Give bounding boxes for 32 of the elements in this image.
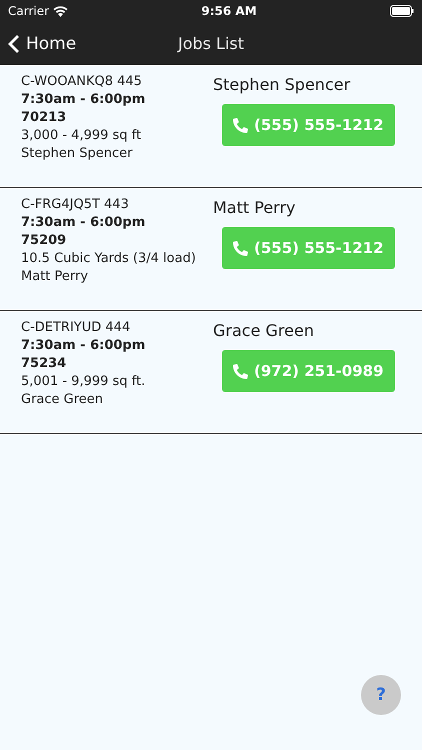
job-hours: 7:30am - 6:00pm <box>21 91 146 109</box>
phone-icon <box>233 240 248 256</box>
zip-code: 75234 <box>21 355 68 373</box>
contact-name: Grace Green <box>21 391 104 409</box>
contact-name: Matt Perry <box>21 268 90 286</box>
job-size: 3,000 - 4,999 sq ft <box>21 127 142 145</box>
back-button[interactable]: Home <box>0 34 84 54</box>
phone-icon <box>233 118 248 132</box>
customer-name: Stephen Spencer <box>213 75 350 94</box>
zip-code: 70213 <box>21 109 68 127</box>
phone-icon <box>233 364 248 378</box>
screen-title: Jobs List <box>178 34 244 53</box>
customer-name: Grace Green <box>213 321 314 340</box>
carrier-label: Carrier <box>8 4 50 18</box>
job-code: C-FRG4JQ5T 443 <box>21 196 130 214</box>
job-code: C-DETRIYUD 444 <box>21 319 132 337</box>
job-code: C-WOOANKQ8 445 <box>21 73 143 91</box>
chevron-left-icon <box>8 34 20 54</box>
help-button[interactable]: ? <box>361 675 401 715</box>
job-hours: 7:30am - 6:00pm <box>21 214 146 232</box>
call-button[interactable]: (555) 555-1212 <box>222 227 395 269</box>
call-button[interactable]: (972) 251-0989 <box>222 350 395 392</box>
clock-time: 9:56 AM <box>201 4 257 18</box>
job-size: 5,001 - 9,999 sq ft. <box>21 373 146 391</box>
call-button[interactable]: (555) 555-1212 <box>222 104 395 146</box>
zip-code: 75209 <box>21 232 68 250</box>
job-size: 10.5 Cubic Yards (3/4 load) <box>21 250 197 268</box>
customer-name: Matt Perry <box>213 198 296 217</box>
contact-name: Stephen Spencer <box>21 145 134 163</box>
job-hours: 7:30am - 6:00pm <box>21 337 146 355</box>
wifi-icon <box>53 6 68 16</box>
battery-icon <box>390 5 414 17</box>
